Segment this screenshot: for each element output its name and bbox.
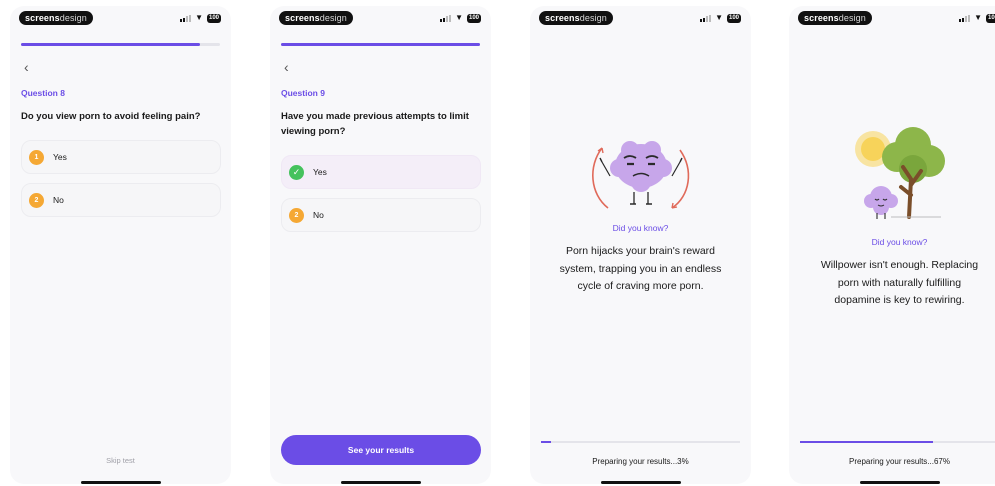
- screen-question-9: screensdesign ▼ 100 ‹ Question 9 Have yo…: [270, 6, 491, 484]
- skip-test-link[interactable]: Skip test: [10, 456, 231, 465]
- home-indicator: [80, 481, 161, 484]
- question-progress-bar: [281, 43, 480, 46]
- option-no[interactable]: 2 No: [21, 183, 221, 217]
- status-bar: screensdesign ▼ 100: [19, 11, 221, 25]
- option-yes-selected[interactable]: ✓ Yes: [281, 155, 481, 189]
- signal-icon: [700, 14, 712, 22]
- home-indicator: [340, 481, 421, 484]
- question-number: Question 8: [21, 88, 65, 98]
- signal-icon: [180, 14, 192, 22]
- option-yes[interactable]: 1 Yes: [21, 140, 221, 174]
- home-indicator: [859, 481, 940, 484]
- option-no[interactable]: 2 No: [281, 198, 481, 232]
- fact-text: Willpower isn't enough. Replacing porn w…: [820, 259, 979, 306]
- cycle-arrow-left: [592, 147, 609, 209]
- brain-tree-illustration: [855, 127, 945, 219]
- wifi-icon: ▼: [715, 13, 723, 22]
- signal-icon: [959, 14, 971, 22]
- loading-status-text: Preparing your results...67%: [849, 457, 950, 466]
- question-text: Have you made previous attempts to limit…: [281, 111, 469, 137]
- battery-icon: 100: [206, 13, 221, 23]
- did-you-know-label: Did you know?: [871, 237, 928, 247]
- wifi-icon: ▼: [455, 13, 463, 22]
- brand-logo: screensdesign: [19, 11, 93, 25]
- wifi-icon: ▼: [195, 13, 203, 22]
- question-text: Do you view porn to avoid feeling pain?: [21, 111, 201, 122]
- option-label: No: [53, 195, 64, 205]
- loading-status-text: Preparing your results...3%: [592, 457, 689, 466]
- back-chevron-icon[interactable]: ‹: [24, 60, 29, 74]
- question-number: Question 9: [281, 88, 325, 98]
- system-icons: ▼ 100: [180, 13, 221, 23]
- battery-icon: 100: [466, 13, 481, 23]
- brand-logo: screensdesign: [539, 11, 613, 25]
- question-progress-bar: [21, 43, 220, 46]
- signal-icon: [440, 14, 452, 22]
- did-you-know-label: Did you know?: [612, 223, 669, 233]
- sun: [861, 137, 885, 161]
- screen-fact-brain: screensdesign ▼ 100 Did you know? Porn h…: [530, 6, 751, 484]
- system-icons: ▼ 100: [959, 13, 995, 23]
- loading-progress-bar: [541, 441, 740, 443]
- home-indicator: [600, 481, 681, 484]
- screen-question-8: screensdesign ▼ 100 ‹ Question 8 Do you …: [10, 6, 231, 484]
- option-label: Yes: [313, 167, 327, 177]
- stressed-brain-illustration: [592, 141, 690, 209]
- brand-logo: screensdesign: [798, 11, 872, 25]
- see-results-button[interactable]: See your results: [281, 435, 481, 465]
- battery-icon: 100: [726, 13, 741, 23]
- back-chevron-icon[interactable]: ‹: [284, 60, 289, 74]
- screen-fact-willpower: screensdesign ▼ 100 Did you know? Willpo…: [789, 6, 995, 484]
- wifi-icon: ▼: [974, 13, 982, 22]
- fact-text: Porn hijacks your brain's reward system,…: [559, 245, 722, 292]
- status-bar: screensdesign ▼ 100: [798, 11, 995, 25]
- loading-progress-bar: [800, 441, 995, 443]
- option-label: No: [313, 210, 324, 220]
- status-bar: screensdesign ▼ 100: [279, 11, 481, 25]
- brand-logo: screensdesign: [279, 11, 353, 25]
- battery-icon: 100: [985, 13, 995, 23]
- status-bar: screensdesign ▼ 100: [539, 11, 741, 25]
- option-label: Yes: [53, 152, 67, 162]
- checkmark-icon: ✓: [289, 164, 304, 180]
- cycle-arrow-right: [671, 149, 690, 209]
- system-icons: ▼ 100: [700, 13, 741, 23]
- option-number-badge: 2: [289, 207, 304, 223]
- option-number-badge: 1: [29, 149, 44, 165]
- system-icons: ▼ 100: [440, 13, 481, 23]
- option-number-badge: 2: [29, 192, 44, 208]
